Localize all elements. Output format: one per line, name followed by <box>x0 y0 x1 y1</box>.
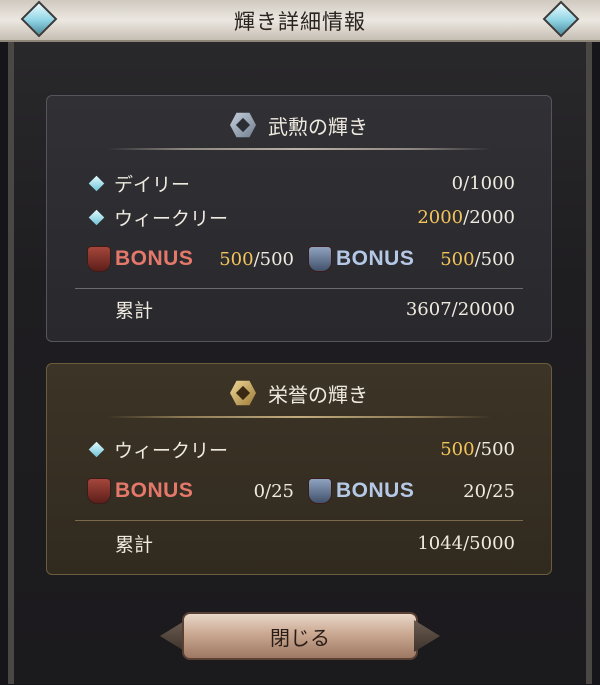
merit-daily-label: デイリー <box>114 173 191 196</box>
bonus-label: BONUS <box>336 247 415 270</box>
merit-bonus-red: BONUS 500/500 <box>87 246 294 272</box>
merit-heading-text: 武勲の輝き <box>268 114 368 139</box>
bonus-current: 500 <box>219 248 254 270</box>
dialog-header: 輝き詳細情報 <box>0 0 600 42</box>
honor-weekly-current: 500 <box>440 438 475 460</box>
honor-total-row: 累計 1044/5000 <box>87 528 515 558</box>
bonus-value: 20/25 <box>463 480 515 502</box>
honor-panel: 栄誉の輝き ウィークリー 500/500 BONUS 0/25 BONUS 20… <box>46 363 552 575</box>
diamond-bullet-icon <box>88 441 105 457</box>
honor-total-label: 累計 <box>115 533 154 556</box>
merit-panel: 武勲の輝き デイリー 0/1000 ウィークリー 2000/2000 BONUS… <box>46 95 552 342</box>
merit-heading: 武勲の輝き <box>47 108 551 142</box>
dialog-title: 輝き詳細情報 <box>234 10 366 34</box>
merit-hexagon-icon <box>230 112 256 138</box>
silver-shield-badge-icon <box>308 478 332 504</box>
diamond-bullet-icon <box>88 175 105 191</box>
close-button-label: 閉じる <box>270 625 330 650</box>
honor-heading: 栄誉の輝き <box>47 376 551 410</box>
heading-divider <box>107 148 491 150</box>
honor-heading-text: 栄誉の輝き <box>268 382 368 407</box>
merit-weekly-row: ウィークリー 2000/2000 <box>87 202 515 232</box>
merit-weekly-value: 2000/2000 <box>417 207 515 228</box>
honor-weekly-value: 500/500 <box>440 439 515 460</box>
bonus-max: /500 <box>474 248 515 270</box>
merit-total-row: 累計 3607/20000 <box>87 294 515 324</box>
honor-bonus-row: BONUS 0/25 BONUS 20/25 <box>87 474 515 508</box>
total-divider <box>75 520 523 521</box>
diamond-bullet-icon <box>88 209 105 225</box>
honor-total-value: 1044/5000 <box>417 532 515 554</box>
honor-weekly-label: ウィークリー <box>114 439 229 462</box>
red-shield-badge-icon <box>87 478 111 504</box>
merit-bonus-row: BONUS 500/500 BONUS 500/500 <box>87 242 515 276</box>
merit-weekly-max: /2000 <box>463 206 515 228</box>
red-shield-badge-icon <box>87 246 111 272</box>
merit-daily-value: 0/1000 <box>451 172 515 194</box>
close-button[interactable]: 閉じる <box>182 612 418 660</box>
bonus-label: BONUS <box>115 479 194 502</box>
merit-weekly-label: ウィークリー <box>114 207 229 230</box>
honor-bonus-red: BONUS 0/25 <box>87 478 294 504</box>
honor-weekly-row: ウィークリー 500/500 <box>87 434 515 464</box>
bonus-label: BONUS <box>115 247 194 270</box>
honor-hexagon-icon <box>230 380 256 406</box>
honor-weekly-max: /500 <box>474 438 515 460</box>
merit-daily-row: デイリー 0/1000 <box>87 168 515 198</box>
bonus-max: /500 <box>253 248 294 270</box>
merit-weekly-current: 2000 <box>417 206 464 228</box>
honor-bonus-silver: BONUS 20/25 <box>308 478 515 504</box>
bonus-value: 0/25 <box>253 480 294 502</box>
silver-shield-badge-icon <box>308 246 332 272</box>
merit-total-value: 3607/20000 <box>405 298 515 320</box>
bonus-value: 500/500 <box>440 249 515 270</box>
bonus-current: 500 <box>440 248 475 270</box>
bonus-value: 500/500 <box>219 249 294 270</box>
total-divider <box>75 288 523 289</box>
merit-total-label: 累計 <box>115 299 154 322</box>
heading-divider <box>107 416 491 418</box>
merit-bonus-silver: BONUS 500/500 <box>308 246 515 272</box>
bonus-label: BONUS <box>336 479 415 502</box>
